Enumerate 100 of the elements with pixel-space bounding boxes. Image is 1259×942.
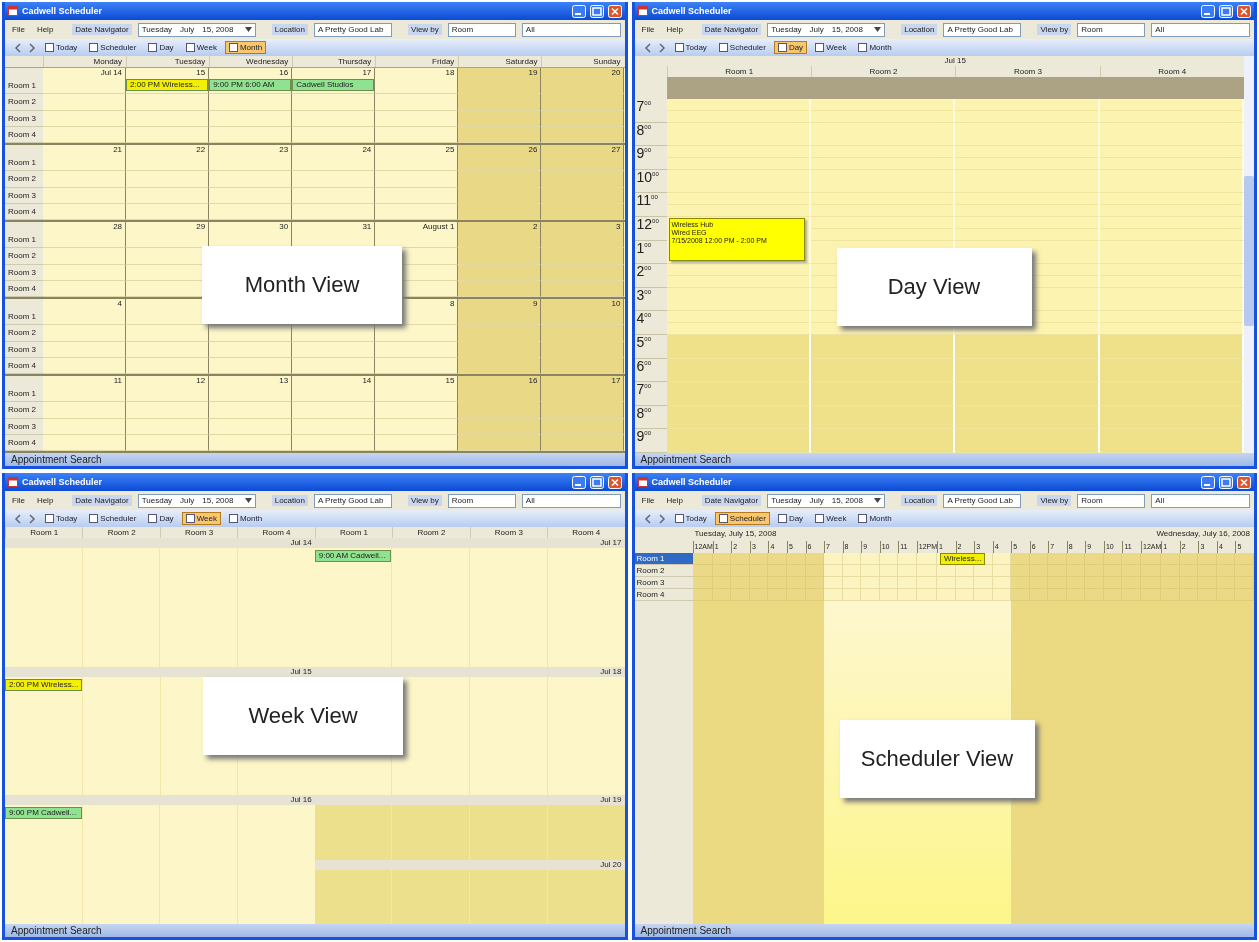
maximize-icon[interactable] — [589, 4, 604, 18]
maximize-icon[interactable] — [1219, 4, 1233, 18]
calendar-cell[interactable] — [458, 171, 542, 188]
appointment-search-bar[interactable]: Appointment Search — [634, 453, 1254, 466]
calendar-cell[interactable] — [126, 94, 210, 111]
view-button[interactable]: Week — [181, 512, 221, 525]
appointment[interactable]: 9:00 PM 6:00 AM — [209, 79, 292, 91]
calendar-cell[interactable] — [541, 171, 625, 188]
caret-icon[interactable] — [244, 27, 252, 32]
calendar-cell[interactable] — [458, 94, 542, 111]
calendar-cell[interactable] — [209, 386, 293, 403]
calendar-cell[interactable] — [458, 386, 542, 403]
view-button[interactable]: Scheduler — [714, 512, 770, 525]
calendar-cell[interactable] — [541, 386, 625, 403]
close-icon[interactable] — [1237, 4, 1251, 18]
view-button[interactable]: Scheduler — [85, 512, 141, 525]
menu-item[interactable]: Help — [33, 496, 57, 505]
calendar-cell[interactable] — [292, 402, 376, 419]
calendar-cell[interactable]: 9:00 PM 6:00 AM — [209, 78, 293, 95]
room-row-header[interactable]: Room 1 — [634, 553, 693, 565]
calendar-cell[interactable] — [43, 325, 127, 342]
maximize-icon[interactable] — [589, 475, 604, 489]
appointment-search-bar[interactable]: Appointment Search — [5, 924, 625, 937]
calendar-cell[interactable] — [375, 155, 459, 172]
calendar-cell[interactable] — [292, 155, 376, 172]
view-button[interactable]: Scheduler — [714, 41, 770, 54]
calendar-cell[interactable] — [375, 171, 459, 188]
calendar-cell[interactable] — [375, 325, 459, 342]
menu-item[interactable]: File — [638, 25, 658, 34]
view-button[interactable]: Month — [224, 512, 267, 525]
scrollbar[interactable] — [1244, 56, 1254, 453]
menu-item[interactable]: File — [9, 25, 28, 34]
calendar-cell[interactable] — [458, 309, 542, 326]
calendar-cell[interactable] — [541, 402, 625, 419]
calendar-cell[interactable] — [43, 402, 127, 419]
view-button[interactable]: Month — [224, 41, 267, 54]
caret-icon[interactable] — [874, 27, 882, 32]
calendar-cell[interactable] — [458, 402, 542, 419]
calendar-cell[interactable] — [43, 248, 127, 265]
room-row-header[interactable]: Room 3 — [634, 577, 693, 589]
view-button[interactable]: Today — [670, 41, 711, 54]
calendar-cell[interactable] — [209, 171, 293, 188]
calendar-cell[interactable] — [126, 232, 210, 249]
calendar-cell[interactable] — [458, 248, 542, 265]
calendar-cell[interactable] — [458, 155, 542, 172]
filter-dropdown[interactable]: All — [521, 22, 621, 37]
menu-item[interactable]: Help — [663, 25, 686, 34]
minimize-icon[interactable] — [1201, 475, 1215, 489]
view-button[interactable]: Today — [41, 512, 82, 525]
room-column[interactable]: 2:00 PM Wireless... — [5, 676, 83, 796]
menu-item[interactable]: Help — [33, 25, 57, 34]
caret-icon[interactable] — [244, 498, 252, 503]
calendar-cell[interactable] — [292, 325, 376, 342]
calendar-cell[interactable] — [209, 325, 293, 342]
location-dropdown[interactable]: A Pretty Good Lab — [943, 493, 1022, 508]
close-icon[interactable] — [607, 4, 622, 18]
minimize-icon[interactable] — [571, 475, 586, 489]
appointment[interactable]: 2:00 PM Wireless... — [5, 678, 83, 691]
date-field[interactable]: Tuesday July 15, 2008 — [137, 22, 256, 37]
caret-icon[interactable] — [874, 498, 882, 503]
time-slot[interactable]: Wireless... — [937, 553, 993, 565]
calendar-cell[interactable] — [292, 94, 376, 111]
location-dropdown[interactable]: A Pretty Good Lab — [313, 493, 392, 508]
menu-item[interactable]: Help — [663, 496, 686, 505]
calendar-cell[interactable] — [541, 309, 625, 326]
minimize-icon[interactable] — [1201, 4, 1215, 18]
view-by-dropdown[interactable]: Room — [1077, 22, 1146, 37]
calendar-cell[interactable] — [375, 386, 459, 403]
view-by-dropdown[interactable]: Room — [1077, 493, 1146, 508]
calendar-cell[interactable] — [126, 155, 210, 172]
view-button[interactable]: Today — [670, 512, 711, 525]
close-icon[interactable] — [607, 475, 622, 489]
view-button[interactable]: Day — [773, 41, 808, 54]
close-icon[interactable] — [1237, 475, 1251, 489]
appointment[interactable]: 9:00 PM Cadwell... — [5, 807, 82, 820]
calendar-cell[interactable] — [126, 171, 210, 188]
menu-item[interactable]: File — [9, 496, 28, 505]
calendar-cell[interactable] — [126, 402, 210, 419]
calendar-cell[interactable] — [126, 325, 210, 342]
appointment-search-bar[interactable]: Appointment Search — [5, 453, 625, 466]
view-button[interactable]: Day — [144, 512, 178, 525]
room-column[interactable]: 9:00 PM Cadwell... — [5, 805, 82, 924]
calendar-cell[interactable] — [43, 309, 127, 326]
date-field[interactable]: Tuesday July 15, 2008 — [767, 22, 886, 37]
date-field[interactable]: Tuesday July 15, 2008 — [137, 493, 256, 508]
calendar-cell[interactable] — [375, 78, 459, 95]
view-button[interactable]: Month — [854, 512, 896, 525]
calendar-cell[interactable] — [209, 402, 293, 419]
calendar-cell[interactable] — [292, 171, 376, 188]
appointment[interactable]: Cadwell Studios — [292, 79, 375, 91]
maximize-icon[interactable] — [1219, 475, 1233, 489]
room-column[interactable] — [82, 805, 160, 924]
calendar-cell[interactable] — [292, 386, 376, 403]
view-button[interactable]: Week — [811, 512, 851, 525]
room-column[interactable] — [82, 548, 160, 667]
date-field[interactable]: Tuesday July 15, 2008 — [767, 493, 886, 508]
calendar-cell[interactable] — [43, 171, 127, 188]
calendar-cell[interactable]: Cadwell Studios — [292, 78, 376, 95]
view-button[interactable]: Today — [41, 41, 82, 54]
view-button[interactable]: Week — [181, 41, 221, 54]
